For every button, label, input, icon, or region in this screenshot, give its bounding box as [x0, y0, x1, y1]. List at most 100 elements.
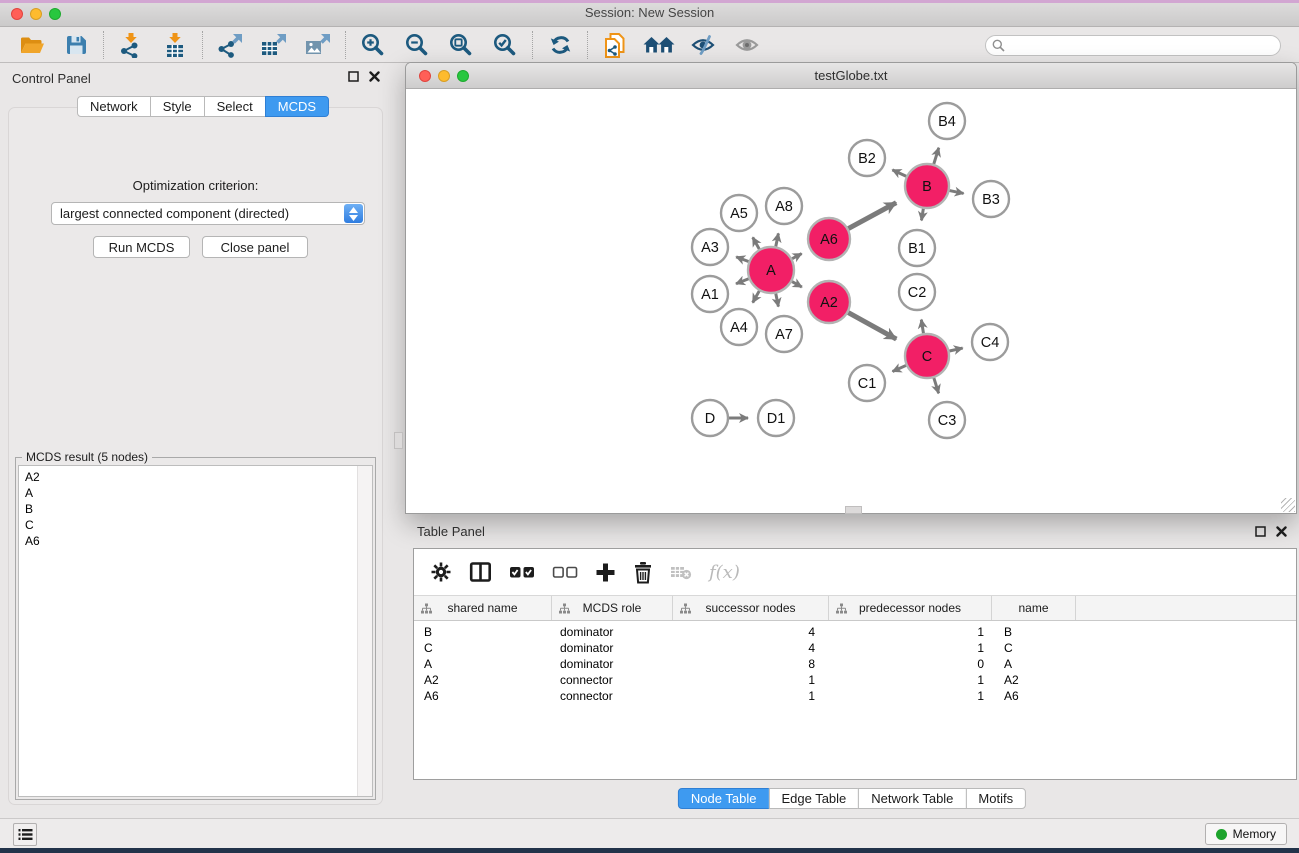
splitter-handle-horizontal[interactable]: [845, 506, 862, 514]
column-header-shared-name[interactable]: shared name: [414, 596, 552, 620]
list-scrollbar[interactable]: [357, 466, 372, 796]
column-header-predecessor-nodes[interactable]: predecessor nodes: [829, 596, 992, 620]
tab-mcds[interactable]: MCDS: [265, 96, 329, 117]
network-node-C4[interactable]: C4: [972, 324, 1008, 360]
mcds-result-item[interactable]: C: [19, 517, 372, 533]
mcds-result-item[interactable]: A2: [19, 466, 372, 485]
export-network-icon[interactable]: [208, 30, 252, 60]
window-resize-grip[interactable]: [1281, 498, 1295, 512]
table-cell[interactable]: A: [992, 656, 1076, 672]
table-cell[interactable]: 8: [673, 656, 829, 672]
tab-style[interactable]: Style: [150, 96, 205, 117]
float-panel-icon[interactable]: [348, 71, 359, 82]
column-header-successor-nodes[interactable]: successor nodes: [673, 596, 829, 620]
tab-network-table[interactable]: Network Table: [858, 788, 966, 809]
eye-icon[interactable]: [725, 30, 769, 60]
table-settings-gear-icon[interactable]: [430, 561, 452, 583]
network-node-B3[interactable]: B3: [973, 181, 1009, 217]
edge-A-A7[interactable]: [776, 294, 779, 307]
import-network-icon[interactable]: [109, 30, 153, 60]
tab-select[interactable]: Select: [204, 96, 266, 117]
table-cell[interactable]: 1: [829, 640, 992, 656]
table-row[interactable]: A6connector11A6: [414, 688, 1296, 704]
tab-node-table[interactable]: Node Table: [678, 788, 770, 809]
delete-table-icon[interactable]: [670, 564, 692, 580]
tab-motifs[interactable]: Motifs: [965, 788, 1026, 809]
zoom-out-icon[interactable]: [395, 30, 439, 60]
create-column-plus-icon[interactable]: [595, 562, 616, 583]
table-cell[interactable]: B: [414, 624, 552, 640]
edge-A6-B[interactable]: [848, 203, 896, 229]
run-mcds-button[interactable]: Run MCDS: [93, 236, 190, 258]
edge-B-B2[interactable]: [892, 170, 906, 176]
network-node-C1[interactable]: C1: [849, 365, 885, 401]
close-panel-icon[interactable]: [369, 71, 380, 82]
network-node-D1[interactable]: D1: [758, 400, 794, 436]
table-row[interactable]: A2connector11A2: [414, 672, 1296, 688]
edge-B-B4[interactable]: [934, 148, 939, 164]
delete-column-trash-icon[interactable]: [633, 561, 653, 584]
edge-B-B3[interactable]: [950, 191, 964, 194]
table-cell[interactable]: A6: [414, 688, 552, 704]
edge-A-A2[interactable]: [792, 282, 802, 287]
close-panel-icon[interactable]: [1276, 526, 1287, 537]
table-cell[interactable]: 4: [673, 624, 829, 640]
hide-graphics-details-icon[interactable]: [681, 30, 725, 60]
column-header-name[interactable]: name: [992, 596, 1076, 620]
table-cell[interactable]: B: [992, 624, 1076, 640]
edge-A-A4[interactable]: [753, 291, 760, 303]
optimization-criterion-select[interactable]: largest connected component (directed): [51, 202, 365, 225]
table-row[interactable]: Cdominator41C: [414, 640, 1296, 656]
table-cell[interactable]: 1: [829, 672, 992, 688]
table-cell[interactable]: C: [414, 640, 552, 656]
home-icon[interactable]: [637, 30, 681, 60]
table-cell[interactable]: 1: [829, 688, 992, 704]
edge-A-A6[interactable]: [792, 254, 801, 259]
table-row[interactable]: Adominator80A: [414, 656, 1296, 672]
table-row[interactable]: Bdominator41B: [414, 624, 1296, 640]
edge-A2-C[interactable]: [848, 313, 896, 339]
show-column-icon[interactable]: [469, 561, 492, 583]
table-cell[interactable]: A: [414, 656, 552, 672]
network-node-A1[interactable]: A1: [692, 276, 728, 312]
table-cell[interactable]: dominator: [552, 656, 673, 672]
mcds-result-item[interactable]: A: [19, 485, 372, 501]
table-cell[interactable]: connector: [552, 688, 673, 704]
zoom-selected-icon[interactable]: [483, 30, 527, 60]
network-node-A7[interactable]: A7: [766, 316, 802, 352]
network-node-D[interactable]: D: [692, 400, 728, 436]
table-cell[interactable]: dominator: [552, 624, 673, 640]
network-node-A6[interactable]: A6: [808, 218, 850, 260]
deselect-all-icon[interactable]: [552, 565, 578, 579]
import-table-icon[interactable]: [153, 30, 197, 60]
zoom-in-icon[interactable]: [351, 30, 395, 60]
edge-C-C2[interactable]: [921, 320, 923, 334]
memory-button[interactable]: Memory: [1205, 823, 1287, 845]
table-cell[interactable]: A2: [414, 672, 552, 688]
splitter-handle-vertical[interactable]: [394, 432, 403, 449]
network-window-titlebar[interactable]: testGlobe.txt: [406, 63, 1296, 89]
table-cell[interactable]: 0: [829, 656, 992, 672]
network-node-B2[interactable]: B2: [849, 140, 885, 176]
network-node-A4[interactable]: A4: [721, 309, 757, 345]
edge-A-A8[interactable]: [776, 233, 779, 246]
tab-network[interactable]: Network: [77, 96, 151, 117]
table-cell[interactable]: 4: [673, 640, 829, 656]
task-history-button[interactable]: [13, 823, 37, 846]
zoom-fit-icon[interactable]: [439, 30, 483, 60]
select-all-icon[interactable]: [509, 565, 535, 579]
network-node-A[interactable]: A: [748, 247, 794, 293]
network-node-C[interactable]: C: [905, 334, 949, 378]
network-node-C3[interactable]: C3: [929, 402, 965, 438]
table-cell[interactable]: 1: [829, 624, 992, 640]
table-cell[interactable]: connector: [552, 672, 673, 688]
search-input[interactable]: [985, 35, 1281, 56]
close-panel-button[interactable]: Close panel: [202, 236, 308, 258]
network-node-A3[interactable]: A3: [692, 229, 728, 265]
network-node-A5[interactable]: A5: [721, 195, 757, 231]
network-node-A2[interactable]: A2: [808, 281, 850, 323]
edge-C-C4[interactable]: [949, 348, 962, 351]
open-file-icon[interactable]: [10, 30, 54, 60]
mcds-result-item[interactable]: B: [19, 501, 372, 517]
mcds-result-item[interactable]: A6: [19, 533, 372, 549]
